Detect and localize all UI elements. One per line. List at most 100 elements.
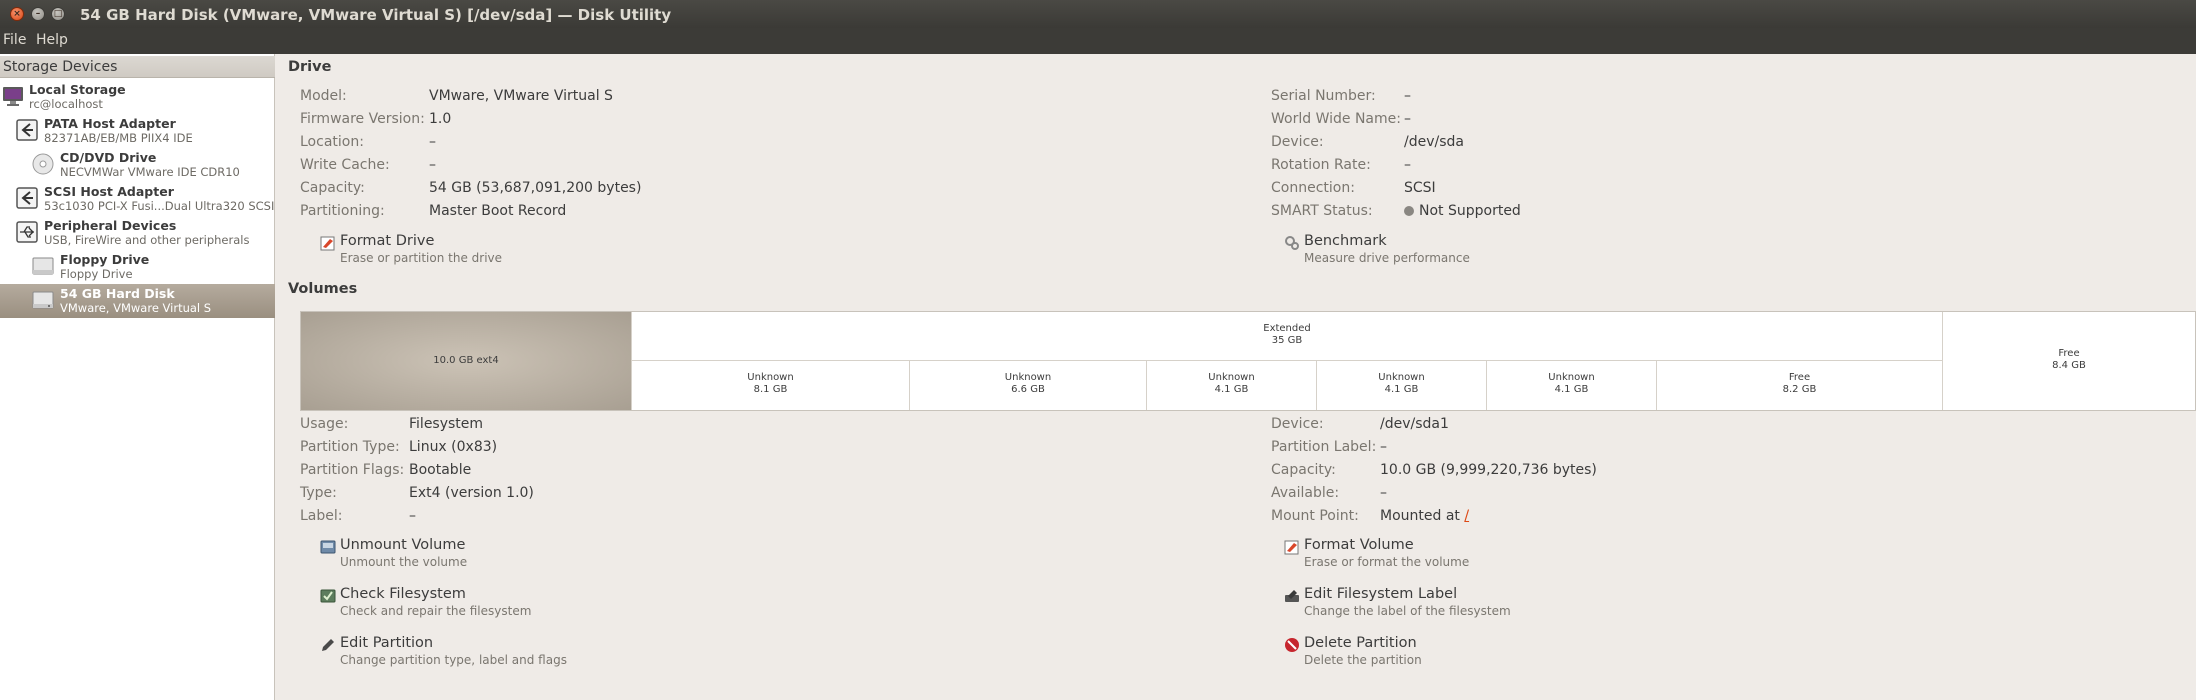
volumes-section-title: Volumes: [288, 281, 358, 297]
partition-flags-label: Partition Flags:: [300, 462, 405, 478]
partitioning-value: Master Boot Record: [429, 203, 567, 219]
device-subtitle: 82371AB/EB/MB PIIX4 IDE: [44, 131, 193, 145]
volume-free-extended[interactable]: Free 8.2 GB: [1656, 361, 1942, 410]
volume-logical[interactable]: Unknown 4.1 GB: [1316, 361, 1486, 410]
volume-size: 4.1 GB: [1384, 384, 1419, 395]
volume-logical[interactable]: Unknown 6.6 GB: [909, 361, 1146, 410]
volume-device-value: /dev/sda1: [1380, 416, 1449, 432]
device-54gb-hard-disk[interactable]: 54 GB Hard Disk VMware, VMware Virtual S: [0, 284, 275, 318]
volume-size: 8.2 GB: [1782, 384, 1817, 395]
device-scsi-host-adapter[interactable]: SCSI Host Adapter 53c1030 PCI-X Fusi...D…: [0, 182, 275, 216]
volume-map: 10.0 GB ext4 Extended 35 GB Unknown 8.1 …: [300, 311, 2196, 411]
format-drive-button[interactable]: Format Drive Erase or partition the driv…: [320, 233, 620, 267]
check-filesystem-button[interactable]: Check Filesystem Check and repair the fi…: [320, 586, 620, 620]
unmount-volume-button[interactable]: Unmount Volume Unmount the volume: [320, 537, 620, 571]
volume-size: 8.1 GB: [753, 384, 788, 395]
device-subtitle: Floppy Drive: [60, 267, 133, 281]
delete-partition-button[interactable]: Delete Partition Delete the partition: [1284, 635, 1584, 669]
volume-name: Unknown: [1004, 372, 1052, 383]
volume-name: Unknown: [1208, 372, 1255, 383]
cdrom-icon: [32, 153, 54, 175]
menu-file[interactable]: File: [3, 32, 26, 48]
host-adapter-icon: [16, 119, 38, 141]
benchmark-button[interactable]: Benchmark Measure drive performance: [1284, 233, 1584, 267]
menu-help[interactable]: Help: [36, 32, 68, 48]
volume-free[interactable]: Free 8.4 GB: [1942, 312, 2195, 410]
volume-logical[interactable]: Unknown 4.1 GB: [1146, 361, 1316, 410]
volume-logical[interactable]: Unknown 8.1 GB: [631, 361, 909, 410]
delete-icon: [1285, 638, 1299, 652]
edit-filesystem-label-button[interactable]: Edit Filesystem Label Change the label o…: [1284, 586, 1584, 620]
volume-size: 4.1 GB: [1214, 384, 1249, 395]
storage-devices-sidebar: Storage Devices Local Storage rc@localho…: [0, 54, 275, 700]
volume-name: Free: [2058, 348, 2080, 359]
rotation-rate-value: –: [1404, 157, 1411, 173]
format-volume-button[interactable]: Format Volume Erase or format the volume: [1284, 537, 1584, 571]
wwn-label: World Wide Name:: [1271, 111, 1401, 127]
model-label: Model:: [300, 88, 347, 104]
usage-label: Usage:: [300, 416, 349, 432]
check-filesystem-icon: [320, 589, 336, 603]
device-name: PATA Host Adapter: [44, 116, 176, 131]
device-floppy-drive[interactable]: Floppy Drive Floppy Drive: [0, 250, 275, 284]
drive-capacity-label: Capacity:: [300, 180, 365, 196]
usage-value: Filesystem: [409, 416, 484, 432]
volume-sda1[interactable]: 10.0 GB ext4: [301, 312, 631, 410]
title-bar[interactable]: × – □ 54 GB Hard Disk (VMware, VMware Vi…: [0, 0, 2196, 28]
format-drive-label: Format Drive: [340, 233, 435, 249]
close-window-button[interactable]: ×: [10, 7, 24, 21]
fs-label-value: –: [409, 508, 416, 524]
fs-label-label: Label:: [300, 508, 343, 524]
mounted-at-text: Mounted at: [1380, 508, 1460, 524]
extended-size: 35 GB: [1271, 335, 1303, 346]
device-peripheral-devices[interactable]: Peripheral Devices USB, FireWire and oth…: [0, 216, 275, 250]
edit-filesystem-label-label: Edit Filesystem Label: [1304, 586, 1458, 602]
wwn-value: –: [1404, 111, 1411, 127]
maximize-window-button[interactable]: □: [51, 7, 65, 21]
model-value: VMware, VMware Virtual S: [429, 88, 613, 104]
format-volume-label: Format Volume: [1304, 537, 1414, 553]
fs-type-label: Type:: [300, 485, 337, 501]
partition-type-label: Partition Type:: [300, 439, 400, 455]
drive-device-label: Device:: [1271, 134, 1324, 150]
edit-partition-desc: Change partition type, label and flags: [340, 653, 567, 667]
volume-extended[interactable]: Extended 35 GB: [631, 312, 1942, 361]
rotation-rate-label: Rotation Rate:: [1271, 157, 1371, 173]
volume-size: 4.1 GB: [1554, 384, 1589, 395]
write-cache-label: Write Cache:: [300, 157, 390, 173]
drive-section-title: Drive: [288, 59, 332, 75]
volume-capacity-value: 10.0 GB (9,999,220,736 bytes): [1380, 462, 1597, 478]
partition-label-label: Partition Label:: [1271, 439, 1377, 455]
device-pata-host-adapter[interactable]: PATA Host Adapter 82371AB/EB/MB PIIX4 ID…: [0, 114, 275, 148]
delete-partition-label: Delete Partition: [1304, 635, 1417, 651]
device-subtitle: VMware, VMware Virtual S: [60, 301, 212, 315]
device-name: 54 GB Hard Disk: [60, 286, 175, 301]
location-label: Location:: [300, 134, 364, 150]
maximize-icon: □: [53, 9, 63, 19]
fs-type-value: Ext4 (version 1.0): [409, 485, 534, 501]
format-volume-desc: Erase or format the volume: [1304, 555, 1470, 569]
smart-status: Not Supported: [1404, 203, 1521, 219]
edit-partition-button[interactable]: Edit Partition Change partition type, la…: [320, 635, 620, 669]
partition-flags-value: Bootable: [409, 462, 472, 478]
volume-logical[interactable]: Unknown 4.1 GB: [1486, 361, 1656, 410]
device-name: SCSI Host Adapter: [44, 184, 174, 199]
edit-filesystem-label-desc: Change the label of the filesystem: [1304, 604, 1511, 618]
device-name: CD/DVD Drive: [60, 150, 157, 165]
drive-capacity-value: 54 GB (53,687,091,200 bytes): [429, 180, 642, 196]
device-cd-dvd-drive[interactable]: CD/DVD Drive NECVMWar VMware IDE CDR10: [0, 148, 275, 182]
device-local-storage[interactable]: Local Storage rc@localhost: [0, 80, 275, 114]
available-label: Available:: [1271, 485, 1340, 501]
mount-point-value: Mounted at /: [1380, 508, 1469, 524]
mount-point-link[interactable]: /: [1464, 508, 1469, 524]
harddisk-icon: [32, 291, 54, 309]
drive-device-value: /dev/sda: [1404, 134, 1464, 150]
device-subtitle: USB, FireWire and other peripherals: [44, 233, 250, 247]
minimize-window-button[interactable]: –: [31, 7, 45, 21]
check-filesystem-label: Check Filesystem: [340, 586, 466, 602]
firmware-label: Firmware Version:: [300, 111, 425, 127]
connection-label: Connection:: [1271, 180, 1355, 196]
delete-partition-desc: Delete the partition: [1304, 653, 1422, 667]
floppy-icon: [32, 257, 54, 275]
device-name: Floppy Drive: [60, 252, 150, 267]
